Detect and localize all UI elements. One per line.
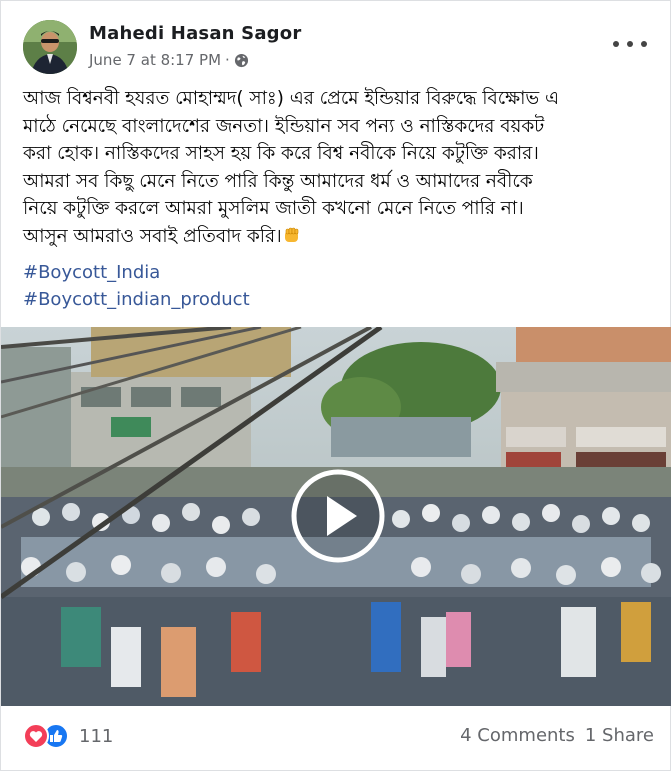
comments-count[interactable]: 4 Comments — [460, 725, 575, 746]
post-text: আজ বিশ্বনবী হযরত মোহাম্মদ( সাঃ) এর প্রেম… — [23, 85, 653, 250]
post-text-line: মাঠে নেমেছে বাংলাদেশের জনতা। ইন্ডিয়ান স… — [23, 115, 545, 137]
post-text-line: আজ বিশ্বনবী হযরত মোহাম্মদ( সাঃ) এর প্রেম… — [23, 88, 559, 109]
post-text-line: আসুন আমরাও সবাই প্রতিবাদ করি। — [23, 225, 282, 247]
post-meta: June 7 at 8:17 PM · — [89, 51, 249, 69]
post-text-line: নিয়ে কটুক্তি করলে আমরা মুসলিম জাতী কখনো… — [23, 198, 524, 219]
post-header: Mahedi Hasan Sagor June 7 at 8:17 PM · — [1, 1, 671, 81]
reactions-summary[interactable]: 111 — [23, 723, 113, 749]
reaction-count: 111 — [79, 725, 114, 747]
globe-icon[interactable] — [234, 53, 249, 68]
post-text-line: করা হোক। নাস্তিকদের সাহস হয় কি করে বিশ্… — [23, 143, 539, 164]
hashtag-list: #Boycott_India #Boycott_indian_product — [23, 259, 250, 313]
post-text-line-last: আসুন আমরাও সবাই প্রতিবাদ করি। — [23, 223, 653, 251]
play-icon[interactable] — [291, 469, 385, 563]
author-name[interactable]: Mahedi Hasan Sagor — [89, 23, 301, 44]
more-options-icon[interactable] — [613, 34, 647, 54]
post-text-line: আমরা সব কিছু মেনে নিতে পারি কিন্তু আমাদে… — [23, 170, 533, 192]
post-footer: 111 4 Comments 1 Share — [1, 707, 671, 771]
author-avatar[interactable] — [23, 20, 77, 74]
fist-emoji — [282, 225, 302, 245]
meta-separator: · — [225, 51, 230, 69]
hashtag-link[interactable]: #Boycott_India — [23, 259, 250, 286]
engagement-stats: 4 Comments 1 Share — [460, 725, 654, 746]
facebook-post: Mahedi Hasan Sagor June 7 at 8:17 PM · আ… — [0, 0, 671, 771]
love-reaction-icon — [23, 723, 49, 749]
shares-count[interactable]: 1 Share — [585, 725, 654, 746]
hashtag-link[interactable]: #Boycott_indian_product — [23, 286, 250, 313]
avatar-image — [23, 20, 77, 74]
post-timestamp[interactable]: June 7 at 8:17 PM — [89, 51, 221, 69]
